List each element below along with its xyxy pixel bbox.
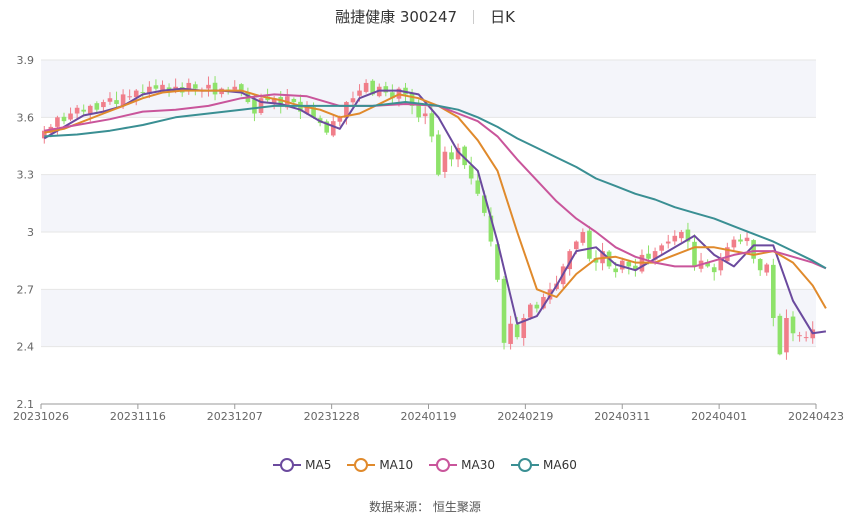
x-tick-label: 20240311 [594,410,650,423]
y-tick-label: 3.6 [17,111,35,124]
legend-label: MA10 [379,458,414,472]
candle-body[interactable] [107,98,113,102]
legend-label: MA60 [543,458,577,472]
y-tick-label: 3.3 [17,169,35,182]
candle-body[interactable] [449,152,454,160]
candle-body[interactable] [140,92,146,94]
x-tick-label: 20240219 [497,410,553,423]
candle-body[interactable] [206,84,211,89]
candle-body[interactable] [442,151,448,172]
candle-body[interactable] [291,98,297,103]
candle-body[interactable] [501,278,507,343]
candle-body[interactable] [790,316,796,334]
legend-symbol [429,458,458,472]
candle-body[interactable] [357,90,362,96]
x-tick-label: 20240119 [401,410,457,423]
candle-body[interactable] [475,180,481,194]
candle-body[interactable] [751,240,756,259]
candle-body[interactable] [514,324,520,338]
candle-body[interactable] [87,105,93,114]
candle-body[interactable] [153,85,159,89]
candle-body[interactable] [350,98,356,103]
legend-item-ma10[interactable]: MA10 [347,458,413,472]
candle-body[interactable] [94,103,100,110]
grid-band [41,289,816,347]
legend-symbol [273,458,302,472]
candle-body[interactable] [436,134,441,175]
candle-body[interactable] [127,96,132,98]
data-source: 数据来源： 恒生聚源 [369,500,481,514]
x-tick-label: 20231026 [13,410,69,423]
legend-circle [280,458,295,472]
candle-body[interactable] [626,261,632,267]
candle-body[interactable] [580,232,586,243]
candle-body[interactable] [534,304,540,309]
candle-body[interactable] [422,113,428,117]
candle-body[interactable] [61,116,67,122]
x-tick-label: 20231207 [207,410,263,423]
candle-body[interactable] [212,82,218,95]
candle-body[interactable] [114,100,119,104]
candle-body[interactable] [232,86,238,90]
candle-body[interactable] [613,268,618,273]
legend-item-ma30[interactable]: MA30 [429,458,495,472]
candle-body[interactable] [784,318,789,353]
legend-symbol [511,458,540,472]
candle-body[interactable] [193,84,198,89]
candle-body[interactable] [330,121,336,136]
y-tick-label: 3.9 [17,54,35,67]
legend-item-ma60[interactable]: MA60 [511,458,577,472]
candle-body[interactable] [738,239,743,242]
x-tick-label: 20240401 [691,410,747,423]
candle-body[interactable] [68,113,73,120]
candle-body[interactable] [803,337,809,339]
candle-body[interactable] [81,109,86,112]
candle-body[interactable] [363,82,369,92]
y-tick-label: 2.4 [17,341,35,354]
candle-body[interactable] [528,304,533,318]
candle-body[interactable] [101,102,106,108]
x-tick-label: 20231228 [304,410,360,423]
candle-body[interactable] [797,335,802,337]
candle-body[interactable] [573,241,579,250]
candle-body[interactable] [692,241,697,267]
legend-circle [436,458,451,472]
x-tick-label: 20240423 [788,410,844,423]
grid-band [41,174,816,232]
candle-body[interactable] [659,245,664,251]
legend-circle [354,458,369,472]
y-tick-label: 3 [27,226,34,239]
chart-legend: MA5 MA10 MA30 MA60 [0,458,850,475]
candle-body[interactable] [777,315,783,355]
candlestick-chart: 2.12.42.733.33.63.9 20231026 20231116 2023… [13,54,844,423]
candle-body[interactable] [679,232,684,239]
candle-body[interactable] [74,107,80,114]
candle-body[interactable] [252,99,257,114]
candle-body[interactable] [672,235,678,242]
candle-body[interactable] [587,230,592,259]
legend-circle [518,458,533,472]
legend-item-ma5[interactable]: MA5 [273,458,331,472]
candle-body[interactable] [764,264,770,273]
candle-body[interactable] [744,237,750,242]
candle-body[interactable] [429,113,435,137]
candle-body[interactable] [771,264,776,318]
legend-symbol [347,458,376,472]
candle-body[interactable] [757,258,763,271]
candle-body[interactable] [160,84,165,91]
candle-body[interactable] [646,253,651,259]
x-tick-label: 20231116 [110,410,166,423]
candle-body[interactable] [508,323,513,344]
candle-body[interactable] [711,267,717,273]
legend-label: MA30 [461,458,496,472]
y-tick-label: 2.7 [17,283,35,296]
candle-body[interactable] [731,239,737,248]
candle-body[interactable] [665,241,671,244]
candle-body[interactable] [55,117,60,127]
legend-label: MA5 [305,458,332,472]
